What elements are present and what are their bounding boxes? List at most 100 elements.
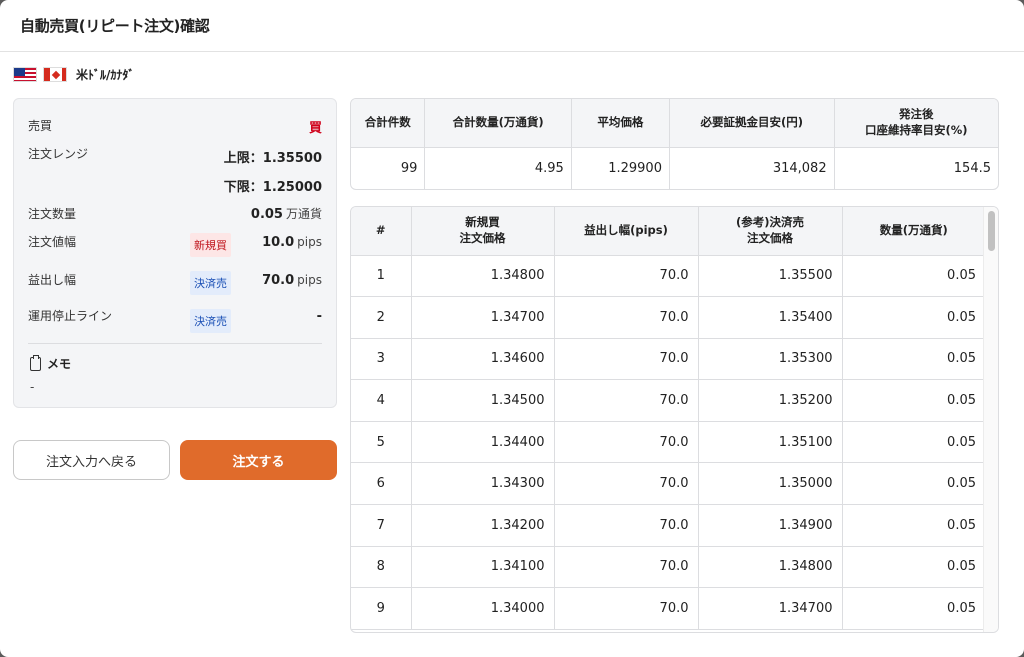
new-buy-price: 1.34100 xyxy=(411,546,555,589)
repeat-order-confirm-dialog: 自動売買(リピート注文)確認 米ﾄﾞﾙ/ｶﾅﾀﾞ 売買 買 注文レンジ 上限：1… xyxy=(0,0,1024,657)
close-sell-price: 1.35200 xyxy=(698,379,843,422)
row-index: 9 xyxy=(351,587,412,630)
maintenance-ratio-value: 154.5 xyxy=(953,160,991,176)
new-buy-price: 1.34700 xyxy=(411,296,555,339)
profit-width: 70.0 xyxy=(554,546,699,589)
quantity: 0.05 xyxy=(842,504,985,547)
close-sell-price: 1.34700 xyxy=(698,587,843,630)
quantity-value: 0.05 万通貨 xyxy=(250,207,322,222)
divider xyxy=(28,343,322,344)
close-sell-price: 1.34800 xyxy=(698,546,843,589)
side-label: 売買 xyxy=(28,119,53,133)
totals-header-row: 合計件数 合計数量(万通貨) 平均価格 必要証拠金目安(円) 発注後 口座維持率目安(%) xyxy=(351,99,998,148)
row-index: 6 xyxy=(351,462,412,506)
new-buy-price: 1.34300 xyxy=(411,462,555,506)
total-quantity-value: 4.95 xyxy=(424,147,572,189)
range-lower: 下限：1.25000 xyxy=(223,180,322,195)
profit-width: 70.0 xyxy=(554,421,699,464)
required-margin-value: 314,082 xyxy=(669,147,835,189)
clipboard-icon xyxy=(30,354,41,371)
order-list-header-row: # 新規買 注文価格 益出し幅(pips) (参考)決済売 注文価格 数量(万通貨) xyxy=(351,207,985,256)
currency-pair-name: 米ﾄﾞﾙ/ｶﾅﾀﾞ xyxy=(76,68,135,82)
average-price-value: 1.29900 xyxy=(571,147,670,189)
table-row: 4 1.34500 70.0 1.35200 0.05 xyxy=(351,379,985,422)
us-flag-icon xyxy=(13,67,37,82)
table-row: 7 1.34200 70.0 1.34900 0.05 xyxy=(351,504,985,547)
totals-table: 合計件数 合計数量(万通貨) 平均価格 必要証拠金目安(円) 発注後 口座維持率目安(%)… xyxy=(350,98,999,190)
total-quantity-header: 合計数量(万通貨) xyxy=(424,99,572,148)
order-list-table[interactable]: # 新規買 注文価格 益出し幅(pips) (参考)決済売 注文価格 数量(万通貨) 1 1.… xyxy=(350,206,999,633)
profit-width: 70.0 xyxy=(554,462,699,506)
new-buy-price: 1.34600 xyxy=(411,338,555,381)
place-order-button[interactable]: 注文する xyxy=(180,440,337,480)
maintenance-ratio-header: 発注後 口座維持率目安(%) xyxy=(834,99,998,148)
quantity: 0.05 xyxy=(842,255,985,298)
total-count-header: 合計件数 xyxy=(351,99,426,148)
width-label: 注文値幅 xyxy=(28,235,77,249)
width-value: 10.0 pips xyxy=(262,235,322,250)
profit-width: 70.0 xyxy=(554,379,699,422)
quantity: 0.05 xyxy=(842,587,985,630)
back-to-order-input-button[interactable]: 注文入力へ戻る xyxy=(13,440,170,480)
profit-label: 益出し幅 xyxy=(28,273,77,287)
totals-value-row: 99 4.95 1.29900 314,082 154.5 xyxy=(351,147,998,189)
profit-width: 70.0 xyxy=(554,504,699,547)
table-row: 9 1.34000 70.0 1.34700 0.05 xyxy=(351,587,985,630)
currency-pair: 米ﾄﾞﾙ/ｶﾅﾀﾞ xyxy=(13,66,134,83)
close-sell-price-header: (参考)決済売 注文価格 xyxy=(698,207,843,256)
memo-label: メモ xyxy=(47,357,72,371)
close-sell-price: 1.35500 xyxy=(698,255,843,298)
close-sell-price: 1.35100 xyxy=(698,421,843,464)
quantity: 0.05 xyxy=(842,338,985,381)
range-label: 注文レンジ xyxy=(28,147,89,161)
profit-width-header: 益出し幅(pips) xyxy=(554,207,699,256)
quantity: 0.05 xyxy=(842,462,985,506)
new-buy-price: 1.34000 xyxy=(411,587,555,630)
table-row: 2 1.34700 70.0 1.35400 0.05 xyxy=(351,296,985,339)
canada-flag-icon xyxy=(43,67,67,82)
row-index: 5 xyxy=(351,421,412,464)
new-buy-price-header: 新規買 注文価格 xyxy=(411,207,555,256)
profit-width: 70.0 xyxy=(554,296,699,339)
index-header: # xyxy=(351,207,412,256)
profit-value: 70.0 pips xyxy=(262,273,322,288)
profit-width: 70.0 xyxy=(554,587,699,630)
side-value: 買 xyxy=(308,121,322,136)
profit-width: 70.0 xyxy=(554,255,699,298)
memo-value: - xyxy=(30,380,35,394)
new-buy-badge: 新規買 xyxy=(190,233,231,257)
quantity-header: 数量(万通貨) xyxy=(842,207,985,256)
quantity-label: 注文数量 xyxy=(28,207,77,221)
table-row: 5 1.34400 70.0 1.35100 0.05 xyxy=(351,421,985,464)
row-index: 4 xyxy=(351,379,412,422)
dialog-header: 自動売買(リピート注文)確認 xyxy=(0,0,1024,52)
dialog-title: 自動売買(リピート注文)確認 xyxy=(20,17,210,35)
quantity: 0.05 xyxy=(842,296,985,339)
total-count-value: 99 xyxy=(351,147,426,189)
quantity: 0.05 xyxy=(842,421,985,464)
row-index: 1 xyxy=(351,255,412,298)
table-row: 8 1.34100 70.0 1.34800 0.05 xyxy=(351,546,985,589)
stop-value: - xyxy=(316,309,322,324)
stop-label: 運用停止ライン xyxy=(28,309,113,323)
row-index: 7 xyxy=(351,504,412,547)
new-buy-price: 1.34800 xyxy=(411,255,555,298)
table-row: 3 1.34600 70.0 1.35300 0.05 xyxy=(351,338,985,381)
close-sell-badge: 決済売 xyxy=(190,271,231,295)
row-index: 2 xyxy=(351,296,412,339)
new-buy-price: 1.34200 xyxy=(411,504,555,547)
order-summary-panel: 売買 買 注文レンジ 上限：1.35500 下限：1.25000 注文数量 0.… xyxy=(13,98,337,408)
order-list-scrollbar[interactable] xyxy=(983,207,998,632)
close-sell-price: 1.35400 xyxy=(698,296,843,339)
memo-header: メモ xyxy=(30,354,72,372)
average-price-header: 平均価格 xyxy=(571,99,670,148)
row-index: 3 xyxy=(351,338,412,381)
quantity: 0.05 xyxy=(842,546,985,589)
range-upper: 上限：1.35500 xyxy=(223,151,322,166)
close-sell-price: 1.34900 xyxy=(698,504,843,547)
required-margin-header: 必要証拠金目安(円) xyxy=(669,99,835,148)
scrollbar-thumb[interactable] xyxy=(988,211,995,251)
close-sell-price: 1.35000 xyxy=(698,462,843,506)
new-buy-price: 1.34500 xyxy=(411,379,555,422)
table-row: 1 1.34800 70.0 1.35500 0.05 xyxy=(351,255,985,298)
